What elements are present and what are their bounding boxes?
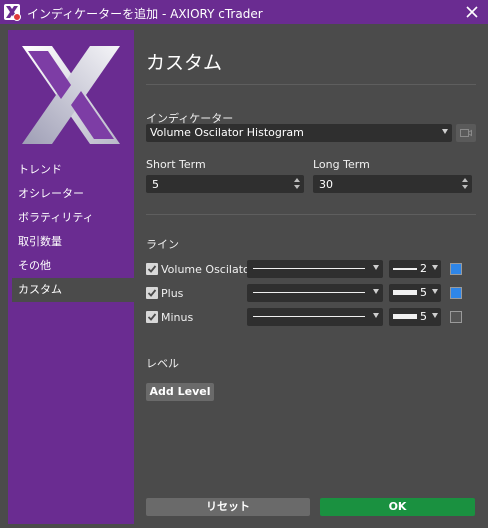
camera-button[interactable] bbox=[456, 124, 476, 142]
close-icon bbox=[466, 6, 478, 18]
solid-line-icon bbox=[253, 268, 365, 269]
levels-label: レベル bbox=[146, 357, 179, 370]
line-width-value: 2 bbox=[420, 262, 427, 275]
badge-icon bbox=[13, 13, 21, 21]
short-term-value: 5 bbox=[152, 178, 159, 191]
sidebar-item-trend[interactable]: トレンド bbox=[12, 158, 134, 182]
window-title: インディケーターを追加 - AXIORY cTrader bbox=[27, 7, 263, 21]
short-term-input[interactable]: 5 bbox=[146, 175, 304, 193]
line-color-swatch[interactable] bbox=[450, 287, 462, 299]
chevron-down-icon bbox=[432, 313, 438, 318]
line-width-value: 5 bbox=[420, 286, 427, 299]
category-nav: トレンド オシレーター ボラティリティ 取引数量 その他 カスタム bbox=[12, 158, 134, 302]
line-width-select[interactable]: 5 bbox=[389, 284, 441, 302]
close-button[interactable] bbox=[456, 0, 488, 24]
title-bar: インディケーターを追加 - AXIORY cTrader bbox=[0, 0, 488, 24]
solid-line-icon bbox=[253, 316, 365, 317]
line-color-swatch[interactable] bbox=[450, 263, 462, 275]
line-thickness-icon bbox=[393, 290, 417, 295]
short-term-label: Short Term bbox=[146, 158, 206, 171]
line-checkbox[interactable] bbox=[146, 311, 158, 323]
line-width-select[interactable]: 5 bbox=[389, 308, 441, 326]
increment-icon[interactable] bbox=[294, 178, 300, 182]
divider bbox=[146, 214, 476, 215]
long-term-value: 30 bbox=[319, 178, 333, 191]
chevron-down-icon bbox=[442, 129, 448, 134]
reset-button[interactable]: リセット bbox=[146, 498, 310, 516]
decrement-icon[interactable] bbox=[294, 185, 300, 189]
increment-icon[interactable] bbox=[462, 178, 468, 182]
sidebar-item-other[interactable]: その他 bbox=[12, 254, 134, 278]
line-name: Volume Oscilator bbox=[161, 263, 255, 276]
add-level-button[interactable]: Add Level bbox=[146, 383, 214, 401]
lines-label: ライン bbox=[146, 238, 179, 251]
line-width-select[interactable]: 2 bbox=[389, 260, 441, 278]
chevron-down-icon bbox=[432, 289, 438, 294]
chevron-down-icon bbox=[373, 289, 379, 294]
long-term-input[interactable]: 30 bbox=[313, 175, 472, 193]
line-style-select[interactable] bbox=[247, 260, 383, 278]
sidebar-item-volatility[interactable]: ボラティリティ bbox=[12, 206, 134, 230]
app-logo-icon bbox=[4, 4, 21, 21]
solid-line-icon bbox=[253, 292, 365, 293]
sidebar-item-volume[interactable]: 取引数量 bbox=[12, 230, 134, 254]
line-thickness-icon bbox=[393, 268, 417, 270]
line-width-value: 5 bbox=[420, 310, 427, 323]
divider bbox=[146, 84, 476, 85]
indicator-select[interactable]: Volume Oscilator Histogram bbox=[146, 124, 452, 142]
checkmark-icon bbox=[147, 265, 157, 273]
axiory-logo-icon bbox=[22, 46, 120, 144]
camera-icon bbox=[460, 129, 472, 137]
checkmark-icon bbox=[147, 313, 157, 321]
line-style-select[interactable] bbox=[247, 284, 383, 302]
line-style-select[interactable] bbox=[247, 308, 383, 326]
chevron-down-icon bbox=[432, 265, 438, 270]
line-checkbox[interactable] bbox=[146, 287, 158, 299]
line-name: Minus bbox=[161, 311, 194, 324]
decrement-icon[interactable] bbox=[462, 185, 468, 189]
page-title: カスタム bbox=[146, 52, 223, 74]
chevron-down-icon bbox=[373, 313, 379, 318]
sidebar-item-custom[interactable]: カスタム bbox=[12, 278, 134, 302]
long-term-label: Long Term bbox=[313, 158, 370, 171]
sidebar-item-oscillator[interactable]: オシレーター bbox=[12, 182, 134, 206]
indicator-value: Volume Oscilator Histogram bbox=[150, 126, 304, 139]
line-checkbox[interactable] bbox=[146, 263, 158, 275]
line-thickness-icon bbox=[393, 314, 417, 319]
line-color-swatch[interactable] bbox=[450, 311, 462, 323]
long-term-stepper bbox=[461, 177, 469, 191]
ok-button[interactable]: OK bbox=[320, 498, 475, 516]
short-term-stepper bbox=[293, 177, 301, 191]
chevron-down-icon bbox=[373, 265, 379, 270]
checkmark-icon bbox=[147, 289, 157, 297]
line-name: Plus bbox=[161, 287, 184, 300]
sidebar: トレンド オシレーター ボラティリティ 取引数量 その他 カスタム bbox=[8, 30, 134, 524]
